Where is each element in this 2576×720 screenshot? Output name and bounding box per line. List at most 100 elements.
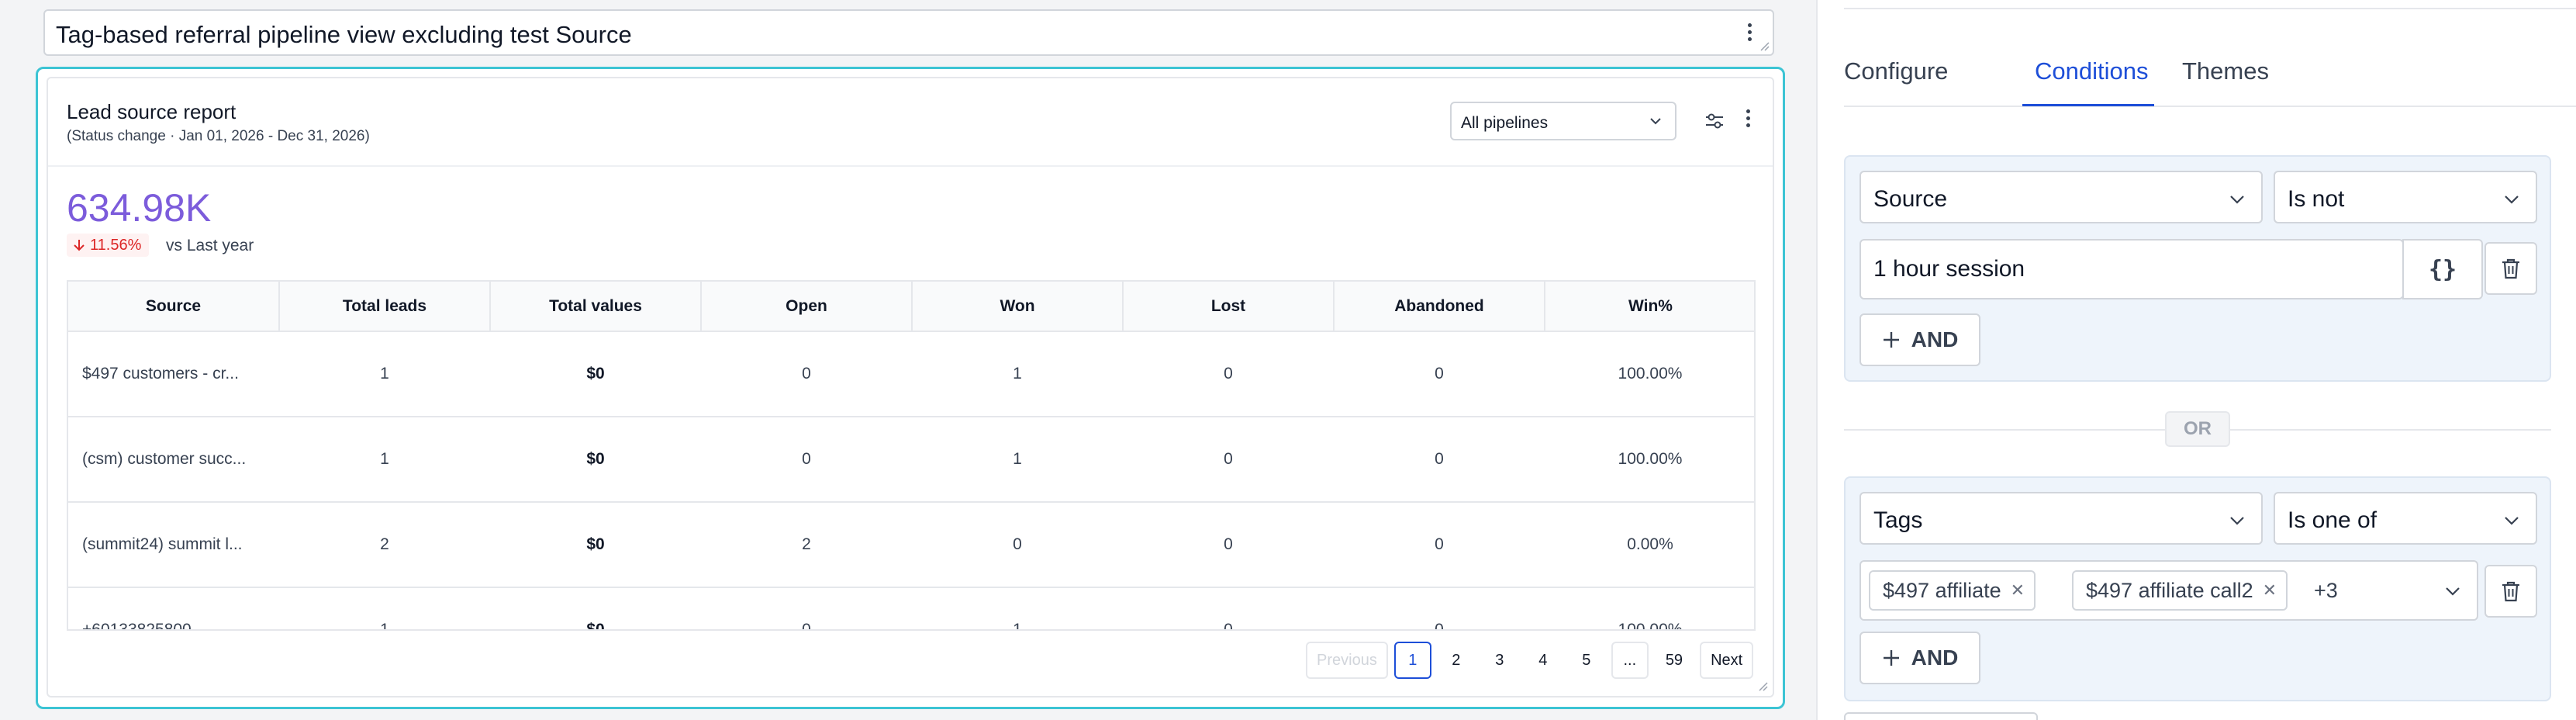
tag-chip[interactable]: $497 affiliate ✕ — [1869, 570, 2036, 611]
operator-select-value: Is not — [2288, 186, 2345, 212]
table-cell: 0 — [701, 331, 912, 417]
page-ellipsis-button[interactable]: ... — [1611, 642, 1649, 679]
tag-chip-label: $497 affiliate call2 — [2086, 578, 2253, 602]
tags-multiselect[interactable]: $497 affiliate ✕ $497 affiliate call2 ✕ … — [1859, 560, 2478, 621]
field-select[interactable]: Tags — [1859, 492, 2263, 545]
operator-select-value: Is one of — [2288, 507, 2377, 533]
pipeline-select-value: All pipelines — [1461, 114, 1549, 132]
col-header[interactable]: Total values — [490, 282, 702, 332]
page-button[interactable]: 2 — [1437, 642, 1475, 679]
field-select[interactable]: Source — [1859, 171, 2263, 223]
field-select-value: Source — [1873, 186, 1948, 212]
field-select-value: Tags — [1873, 507, 1923, 533]
report-canvas: Tag-based referral pipeline view excludi… — [0, 0, 1816, 720]
close-icon[interactable]: ✕ — [2011, 580, 2025, 601]
table-cell: $0 — [490, 587, 701, 629]
page-button[interactable]: 4 — [1524, 642, 1562, 679]
tag-chip[interactable]: $497 affiliate call2 ✕ — [2072, 570, 2288, 611]
active-tab-indicator — [2022, 104, 2154, 106]
table-cell: 1 — [912, 587, 1123, 629]
widget-subtitle: (Status change · Jan 01, 2026 - Dec 31, … — [67, 128, 370, 144]
table-cell: 0 — [1123, 417, 1334, 503]
variable-braces-button[interactable]: {} — [2402, 239, 2483, 299]
app-root: Tag-based referral pipeline view excludi… — [0, 0, 2576, 720]
trash-icon — [2502, 581, 2519, 602]
add-and-button[interactable]: AND — [1859, 632, 1980, 684]
kebab-icon[interactable] — [1746, 23, 1752, 45]
operator-select[interactable]: Is not — [2274, 171, 2537, 223]
condition-value: 1 hour session — [1873, 256, 2025, 282]
chevron-down-icon — [1650, 118, 1661, 125]
chevron-down-icon — [2446, 587, 2460, 596]
kpi-value: 634.98K — [67, 186, 212, 230]
page-button[interactable]: 5 — [1567, 642, 1605, 679]
table-cell: 0 — [701, 587, 912, 629]
add-and-label: AND — [1911, 646, 1959, 670]
add-group-button[interactable] — [1844, 712, 2038, 720]
table-cell: 0 — [1334, 331, 1545, 417]
report-title[interactable]: Tag-based referral pipeline view excludi… — [56, 21, 632, 49]
arrow-down-icon — [74, 240, 85, 251]
table-row[interactable]: $497 customers - cr... 1 $0 0 1 0 0 100.… — [68, 331, 1754, 417]
table-cell: 1 — [912, 417, 1123, 503]
pagination: Previous 1 2 3 4 5 ... 59 Next — [1306, 642, 1754, 679]
widget-kebab-icon[interactable] — [1745, 109, 1751, 133]
widget-title: Lead source report — [67, 100, 237, 123]
col-header[interactable]: Won — [912, 282, 1124, 332]
chevron-down-icon — [2230, 196, 2244, 204]
table-cell: 0 — [912, 502, 1123, 588]
resize-grip-icon[interactable] — [1757, 680, 1768, 691]
table-row[interactable]: (summit24) summit l... 2 $0 2 0 0 0 0.00… — [68, 502, 1754, 588]
col-header[interactable]: Total leads — [279, 282, 491, 332]
delete-condition-button[interactable] — [2484, 242, 2537, 295]
report-title-field[interactable]: Tag-based referral pipeline view excludi… — [43, 9, 1774, 56]
table-cell: 0 — [1334, 587, 1545, 629]
col-header[interactable]: Source — [68, 282, 280, 332]
lead-source-table[interactable]: Source Total leads Total values Open Won… — [67, 280, 1756, 631]
table-cell: 0 — [1334, 417, 1545, 503]
previous-page-button[interactable]: Previous — [1306, 642, 1388, 679]
operator-select[interactable]: Is one of — [2274, 492, 2537, 545]
table-cell: 0 — [1123, 587, 1334, 629]
or-separator: OR — [1844, 411, 2551, 448]
more-tags-count[interactable]: +3 — [2314, 579, 2338, 603]
last-page-button[interactable]: 59 — [1654, 642, 1694, 679]
table-cell: 1 — [279, 417, 490, 503]
table-cell: 0 — [1123, 502, 1334, 588]
delta-value: 11.56% — [90, 236, 142, 254]
condition-value-input[interactable]: 1 hour session — [1859, 239, 2404, 299]
table-cell: 100.00% — [1545, 331, 1754, 417]
table-cell: +60133825800 — [68, 587, 279, 629]
delta-badge: 11.56% — [67, 234, 150, 257]
chevron-down-icon — [2505, 196, 2519, 204]
plus-icon — [1883, 332, 1899, 348]
table-row[interactable]: +60133825800 1 $0 0 1 0 0 100.00% — [68, 587, 1754, 629]
col-header[interactable]: Abandoned — [1334, 282, 1545, 332]
condition-group: Source Is not 1 hour session {} AND — [1844, 155, 2551, 382]
col-header[interactable]: Lost — [1123, 282, 1335, 332]
col-header[interactable]: Win% — [1545, 282, 1754, 332]
next-page-button[interactable]: Next — [1700, 642, 1754, 679]
tab-configure[interactable]: Configure — [1844, 57, 1948, 85]
add-and-button[interactable]: AND — [1859, 313, 1980, 366]
settings-panel: Configure Conditions Themes Source Is no… — [1816, 0, 2576, 720]
delete-condition-button[interactable] — [2484, 565, 2537, 618]
tab-themes[interactable]: Themes — [2182, 57, 2269, 85]
col-header[interactable]: Open — [701, 282, 913, 332]
table-cell: $0 — [490, 331, 701, 417]
filter-settings-icon[interactable] — [1703, 109, 1726, 133]
add-and-label: AND — [1911, 327, 1959, 351]
table-cell: 1 — [912, 331, 1123, 417]
resize-grip-icon[interactable] — [1759, 40, 1770, 51]
page-button[interactable]: 3 — [1480, 642, 1518, 679]
tab-conditions[interactable]: Conditions — [2035, 57, 2148, 85]
pipeline-select[interactable]: All pipelines — [1450, 102, 1676, 140]
table-row[interactable]: (csm) customer succ... 1 $0 0 1 0 0 100.… — [68, 417, 1754, 503]
table-cell: 2 — [279, 502, 490, 588]
widget-header: Lead source report (Status change · Jan … — [48, 78, 1773, 167]
table-cell: 1 — [279, 331, 490, 417]
close-icon[interactable]: ✕ — [2263, 580, 2277, 601]
page-button[interactable]: 1 — [1393, 642, 1431, 679]
table-cell: 1 — [279, 587, 490, 629]
lead-source-widget[interactable]: Lead source report (Status change · Jan … — [47, 77, 1774, 698]
